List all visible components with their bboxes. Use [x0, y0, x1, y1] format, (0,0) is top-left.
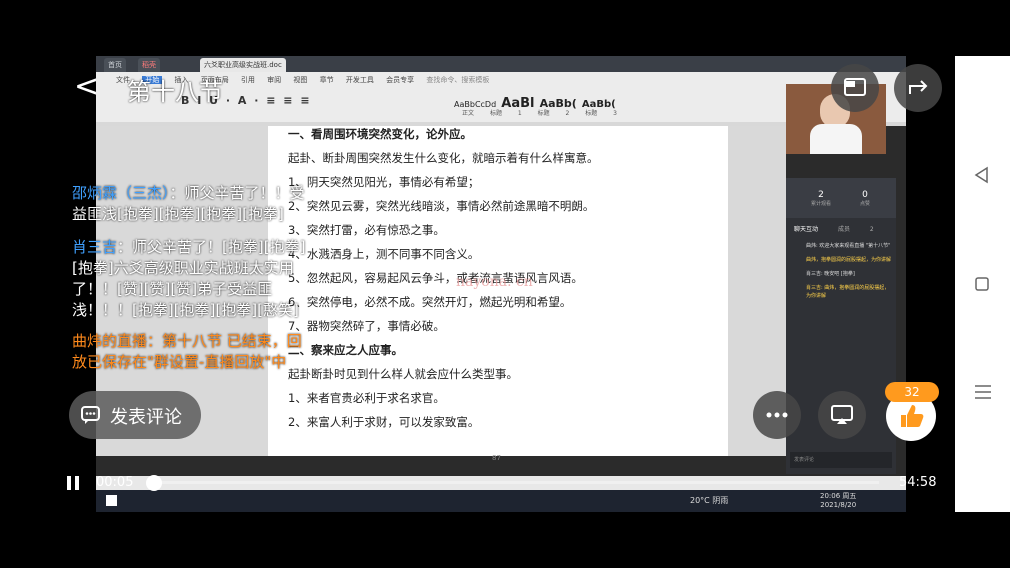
- presenter-shirt: [810, 124, 862, 154]
- system-nav-bar: [955, 56, 1010, 512]
- ribbon-tab: 开发工具: [345, 76, 374, 84]
- chat-line: 了！！[赞][赞][赞]弟子受益匪: [72, 280, 273, 298]
- document-line: 1、来者官贵必利于求名求官。: [288, 391, 445, 405]
- chat-username: 邵炳霖（三杰）: [72, 184, 170, 202]
- share-icon: [909, 80, 928, 94]
- chat-line: 益匪浅[抱拳][抱拳][抱拳][抱拳]: [72, 205, 284, 223]
- system-message: 曲炜的直播：第十八节 已结束，回: [72, 332, 302, 350]
- comment-button[interactable]: 发表评论: [69, 391, 201, 439]
- pause-icon: [67, 476, 79, 490]
- tab-chat[interactable]: 聊天互动: [794, 226, 818, 233]
- chat-username: 肖三吉: [72, 238, 118, 256]
- total-time: 54:58: [899, 475, 937, 490]
- pause-button[interactable]: [66, 475, 80, 495]
- document-line: 7、器物突然碎了，事情必破。: [288, 319, 445, 333]
- chat-line: 浅！！！[抱拳][抱拳][抱拳][憨笑]: [72, 301, 299, 319]
- nav-back-icon[interactable]: [973, 166, 991, 184]
- tab-members[interactable]: 成员 2: [838, 226, 874, 233]
- chat-message: 肖三吉: 曲炜，抱拳圆润的屁股摆起，为你讲解: [806, 285, 890, 299]
- chat-message: 曲炜: 欢迎大家来观看直播 "第十八节": [806, 243, 891, 249]
- style-names: 正文 标题 1 标题 2 标题 3: [462, 110, 617, 117]
- chat-line: [抱拳]六爻高级职业实战班太实用: [72, 259, 294, 277]
- share-button[interactable]: [894, 64, 942, 112]
- progress-bar[interactable]: [147, 481, 879, 484]
- chat-stats: 2 累计观看 0 点赞: [786, 178, 896, 218]
- document-line: 3、突然打雷，必有惊恐之事。: [288, 223, 445, 237]
- chat-line: 肖三吉：师父辛苦了！[抱拳][抱拳]: [72, 238, 306, 256]
- document-page: 一、看周围环境突然变化，论外应。起卦、断卦周围突然发生什么变化，就暗示着有什么样…: [268, 126, 728, 456]
- more-button[interactable]: [753, 391, 801, 439]
- document-line: 2、来富人利于求财，可以发家致富。: [288, 415, 480, 429]
- chat-input[interactable]: 发表评论: [790, 452, 892, 468]
- tab-document: 六爻职业高级实战班.doc: [200, 58, 286, 72]
- cast-button[interactable]: [818, 391, 866, 439]
- back-button[interactable]: <: [74, 72, 99, 102]
- document-line: 一、看周围环境突然变化，论外应。: [288, 127, 472, 141]
- comment-icon: [81, 406, 100, 424]
- chat-message: 曲炜，抱拳圆润的屁股摆起，为你讲解: [806, 257, 892, 263]
- document-line: 6、突然停电，必然不成。突然开灯，燃起光明和希望。: [288, 295, 572, 309]
- ribbon-search: 查找命令、搜索模板: [426, 76, 490, 84]
- document-line: 起卦断卦时见到什么样人就会应什么类型事。: [288, 367, 518, 381]
- page-number: 87: [492, 454, 501, 462]
- more-icon: [766, 412, 788, 418]
- browser-tabbar: 首页 稻壳 六爻职业高级实战班.doc: [96, 56, 906, 72]
- ribbon-tab: 章节: [319, 76, 334, 84]
- pip-button[interactable]: [831, 64, 879, 112]
- taskbar-clock: 20:06 周五 2021/8/20: [820, 492, 857, 509]
- ribbon-tab: 会员专享: [386, 76, 415, 84]
- system-message: 放已保存在"群设置-直播回放"中: [72, 353, 287, 371]
- document-line: 1、阴天突然见阳光，事情必有希望；: [288, 175, 480, 189]
- watermark: nayona. cn: [456, 274, 533, 290]
- ribbon-tab: 视图: [293, 76, 308, 84]
- document-line: 二、察来应之人应事。: [288, 343, 403, 357]
- document-line: 2、突然见云雾，突然光线暗淡，事情必然前途黑暗不明朗。: [288, 199, 595, 213]
- pip-icon: [844, 78, 866, 96]
- taskbar-weather: 20°C 阴雨: [690, 496, 729, 505]
- windows-taskbar: 20°C 阴雨 20:06 周五 2021/8/20: [96, 490, 906, 512]
- chat-message: 肖三吉: 晚安吧 [抱拳]: [806, 271, 855, 277]
- stat-likes: 0: [862, 190, 868, 200]
- chat-tabs[interactable]: 聊天互动 成员 2: [794, 224, 874, 233]
- document-line: 4、水溅洒身上，测不同事不同含义。: [288, 247, 480, 261]
- document-line: 起卦、断卦周围突然发生什么变化，就暗示着有什么样寓意。: [288, 151, 599, 165]
- chat-messages: 曲炜: 欢迎大家来观看直播 "第十八节" 曲炜，抱拳圆润的屁股摆起，为你讲解 肖…: [806, 242, 892, 300]
- windows-start-icon: [106, 495, 117, 506]
- tab-docer: 稻壳: [138, 58, 160, 72]
- current-time: 00:05: [96, 475, 134, 490]
- ribbon-tab: 审阅: [267, 76, 282, 84]
- stat-viewers: 2: [818, 190, 824, 200]
- video-title: 第十八节: [127, 78, 223, 106]
- like-count: 32: [885, 382, 939, 402]
- nav-home-icon[interactable]: [974, 276, 990, 292]
- cast-icon: [831, 405, 853, 424]
- nav-menu-icon[interactable]: [974, 384, 992, 400]
- tab-home: 首页: [104, 58, 126, 72]
- document-line: 5、忽然起风，容易起风云争斗，或者流言蜚语风言风语。: [288, 271, 583, 285]
- comment-label: 发表评论: [110, 407, 182, 428]
- chat-line: 邵炳霖（三杰）：师父辛苦了！！受: [72, 184, 305, 202]
- ribbon-tab: 引用: [240, 76, 255, 84]
